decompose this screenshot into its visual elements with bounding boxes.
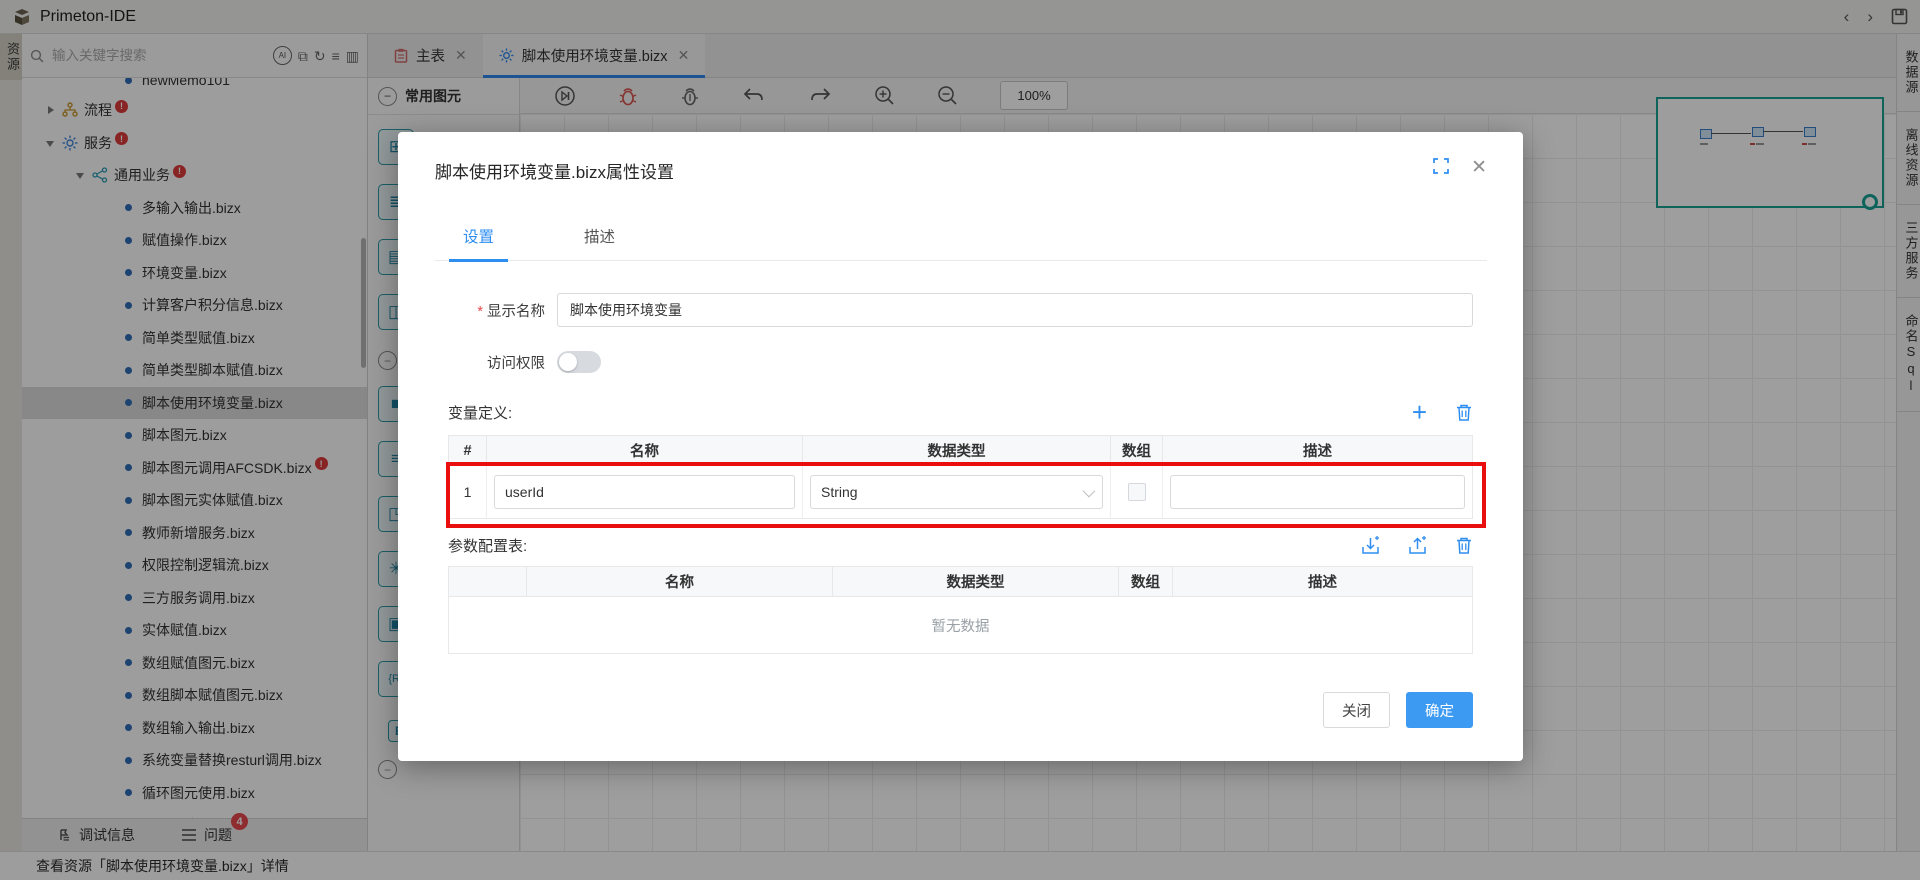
column-header: 数组 [1111,436,1163,465]
variable-desc-input[interactable] [1170,475,1465,509]
chevron-down-icon [1082,484,1096,497]
empty-data-text: 暂无数据 [931,618,990,635]
dialog-tab-active[interactable]: 设置 [449,225,509,262]
column-header: 数组 [1119,567,1173,596]
column-header: 数据类型 [803,436,1111,465]
close-button[interactable]: 关闭 [1323,692,1390,728]
properties-dialog: 脚本使用环境变量.bizx属性设置 ✕ 设置描述 显示名称 访问权限 变量定义:… [398,132,1523,761]
app-root: Primeton-IDE ‹ › 资源 AI ⧉ ↻ ≡ ▥ newMemo10… [0,0,1920,880]
variables-table: #名称数据类型数组 描述 1 String [446,435,1486,528]
export-params-icon[interactable] [1408,536,1427,555]
column-header: 描述 [1308,575,1337,591]
fullscreen-icon[interactable] [1433,158,1449,174]
params-table: 名称 数据类型 数组 描述暂无数据 [448,566,1473,654]
array-checkbox[interactable] [1127,483,1146,501]
add-variable-icon[interactable]: + [1412,399,1427,425]
column-header: 描述 [1303,444,1332,460]
close-icon[interactable]: ✕ [1471,158,1487,177]
column-header: # [449,436,487,465]
access-label: 访问权限 [487,355,545,372]
params-section-label: 参数配置表: [448,538,528,555]
column-header: 名称 [527,567,833,596]
variable-name-input[interactable] [494,475,795,509]
variables-section-label: 变量定义: [448,404,513,422]
display-name-label: 显示名称 [448,300,545,321]
column-header: 名称 [487,436,803,465]
ok-button[interactable]: 确定 [1406,692,1473,728]
dialog-title: 脚本使用环境变量.bizx属性设置 [435,163,674,182]
display-name-input[interactable] [557,293,1473,327]
column-header: 数据类型 [833,567,1119,596]
row-index: 1 [449,466,487,518]
dialog-tab-inactive[interactable]: 描述 [570,225,629,260]
variable-row: 1 String [449,466,1472,518]
dialog-tabs: 设置 描述 [435,225,1487,262]
column-header [449,567,527,596]
import-params-icon[interactable] [1361,536,1380,555]
selected-type: String [821,484,858,500]
access-toggle[interactable] [557,351,601,373]
variable-type-select[interactable]: String [810,475,1103,509]
delete-params-icon[interactable] [1455,536,1473,555]
delete-variable-icon[interactable] [1455,403,1473,422]
